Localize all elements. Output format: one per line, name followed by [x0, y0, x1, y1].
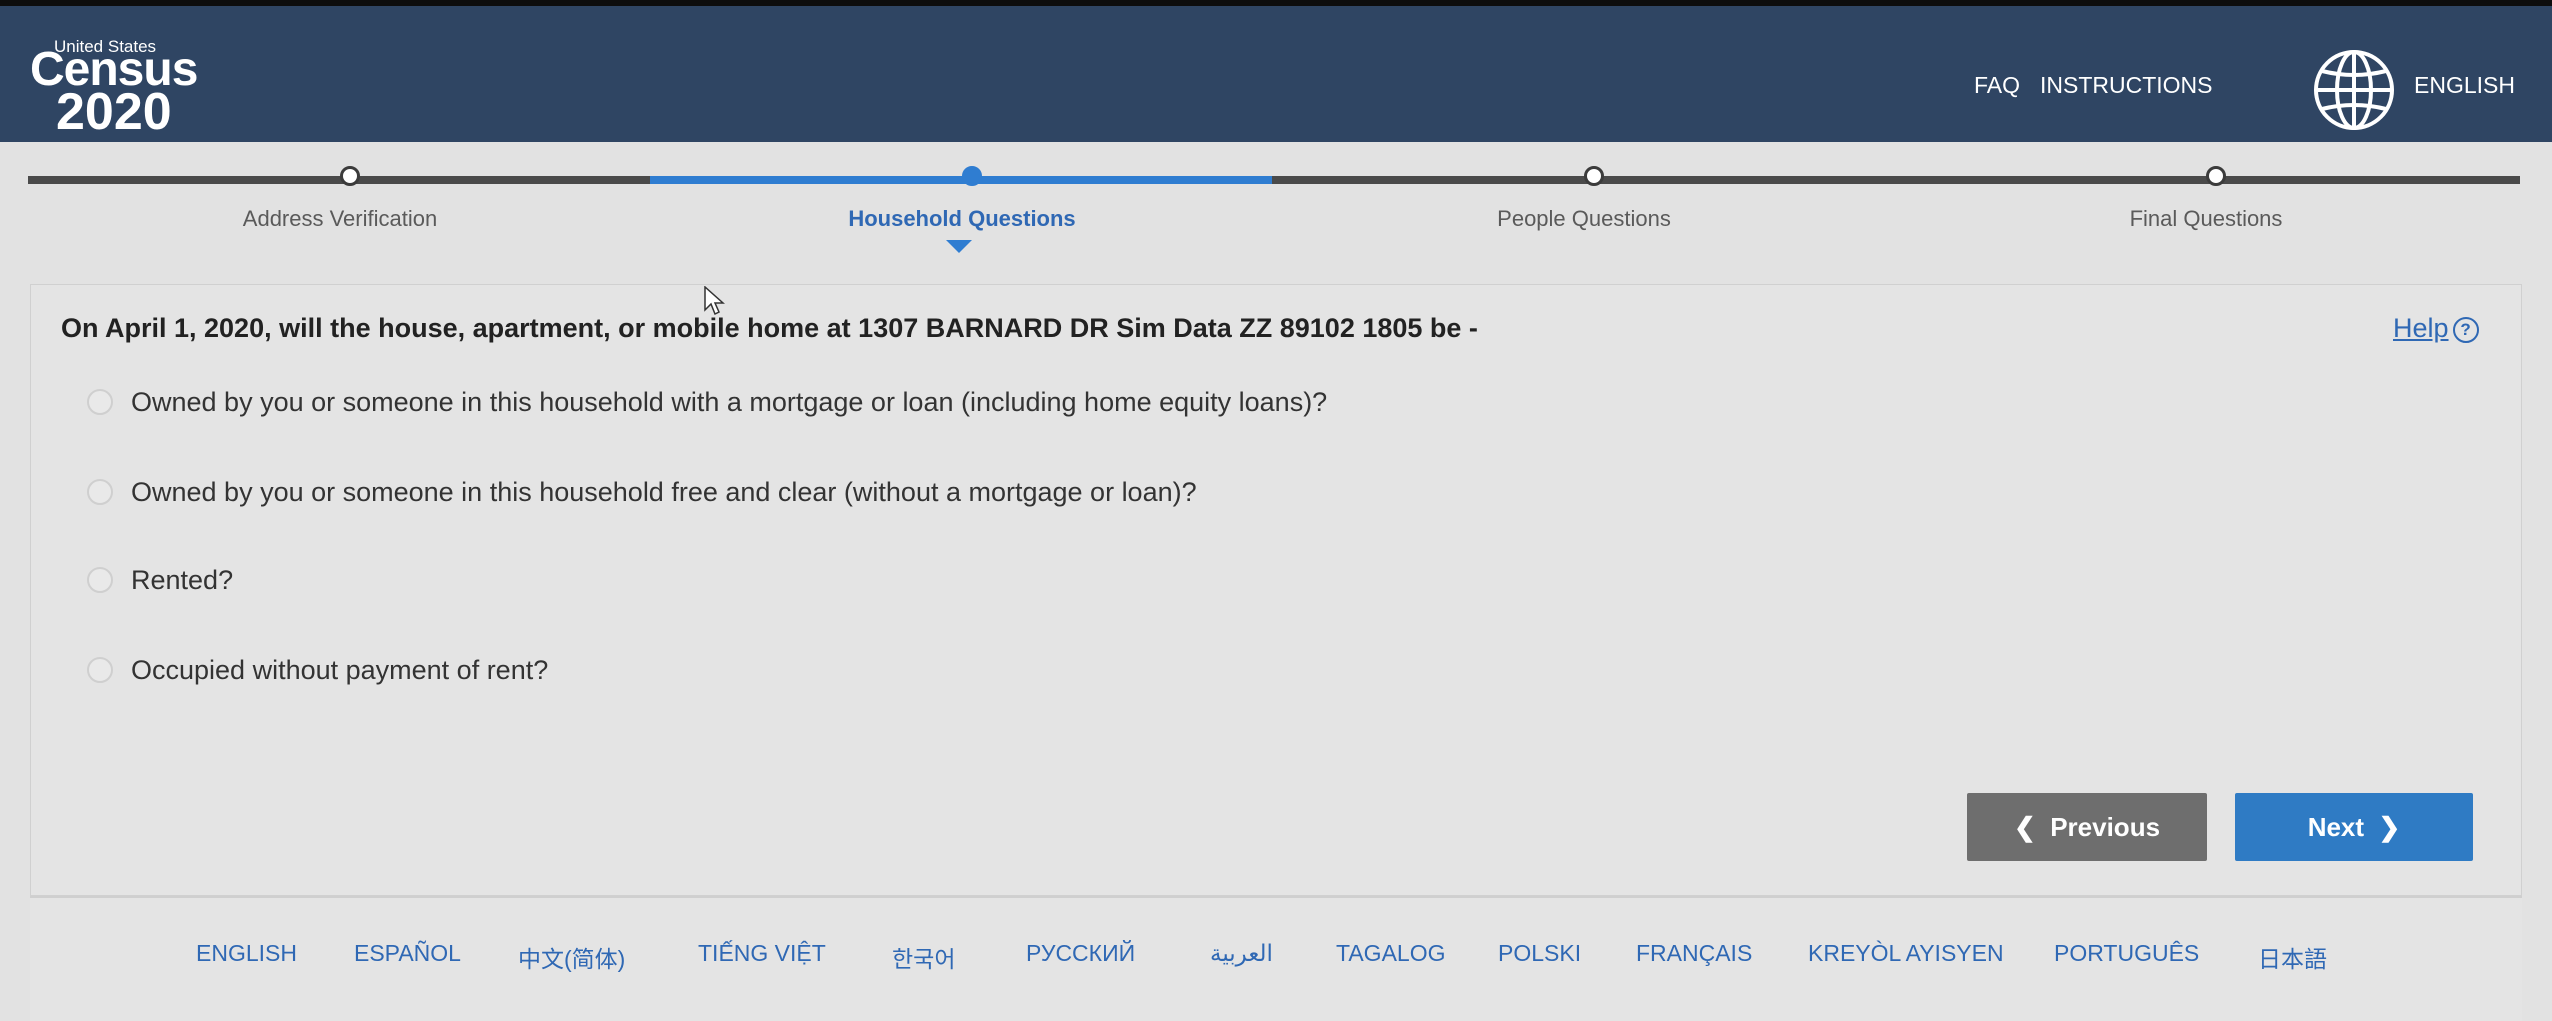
- lang-espanol[interactable]: ESPAÑOL: [354, 940, 461, 967]
- header-bar: United States Census 2020 FAQ INSTRUCTIO…: [0, 6, 2552, 142]
- option-label: Rented?: [131, 565, 234, 595]
- progress-stepper: Address Verification Household Questions…: [28, 166, 2520, 256]
- current-step-caret-icon: [946, 240, 972, 253]
- step-node-people: [1584, 166, 1604, 186]
- next-button[interactable]: Next ❯: [2235, 793, 2473, 861]
- question-card: On April 1, 2020, will the house, apartm…: [30, 284, 2522, 896]
- globe-icon[interactable]: [2310, 46, 2398, 134]
- progress-track-1: [28, 176, 650, 184]
- step-node-final: [2206, 166, 2226, 186]
- chevron-right-icon: ❯: [2378, 812, 2401, 842]
- chevron-left-icon: ❮: [2013, 812, 2036, 842]
- lang-francais[interactable]: FRANÇAIS: [1636, 940, 1752, 967]
- step-household-questions[interactable]: Household Questions: [848, 206, 1075, 232]
- previous-label: Previous: [2050, 812, 2161, 842]
- progress-track-2: [650, 176, 1272, 184]
- radio-button[interactable]: [87, 567, 113, 593]
- language-selector[interactable]: ENGLISH: [2414, 72, 2515, 99]
- logo-year: 2020: [56, 83, 172, 141]
- faq-link[interactable]: FAQ: [1974, 72, 2020, 99]
- lang-kreyol[interactable]: KREYÒL AYISYEN: [1808, 940, 2004, 967]
- lang-polski[interactable]: POLSKI: [1498, 940, 1581, 967]
- option-label: Occupied without payment of rent?: [131, 655, 549, 685]
- radio-button[interactable]: [87, 389, 113, 415]
- lang-portugues[interactable]: PORTUGUÊS: [2054, 940, 2199, 967]
- help-link[interactable]: Help?: [2393, 313, 2479, 344]
- previous-button[interactable]: ❮ Previous: [1967, 793, 2207, 861]
- step-people-questions[interactable]: People Questions: [1497, 206, 1671, 232]
- question-mark-icon: ?: [2452, 317, 2479, 343]
- step-node-household: [962, 166, 982, 186]
- lang-japanese[interactable]: 日本語: [2258, 940, 2327, 974]
- step-address-verification[interactable]: Address Verification: [243, 206, 437, 232]
- footer-language-bar: ENGLISH ESPAÑOL 中文(简体) TIẾNG VIỆT 한국어 РУ…: [30, 896, 2522, 1021]
- lang-arabic[interactable]: العربية: [1210, 940, 1273, 967]
- lang-tagalog[interactable]: TAGALOG: [1336, 940, 1446, 967]
- lang-vietnamese[interactable]: TIẾNG VIỆT: [698, 940, 826, 967]
- step-node-address: [340, 166, 360, 186]
- progress-track-3: [1272, 176, 1894, 184]
- lang-english[interactable]: ENGLISH: [196, 940, 297, 967]
- next-label: Next: [2307, 812, 2365, 842]
- option-label: Owned by you or someone in this househol…: [131, 477, 1197, 507]
- question-text: On April 1, 2020, will the house, apartm…: [61, 313, 1478, 343]
- radio-button[interactable]: [87, 657, 113, 683]
- option-label: Owned by you or someone in this househol…: [131, 387, 1328, 417]
- instructions-link[interactable]: INSTRUCTIONS: [2040, 72, 2213, 99]
- help-label: Help: [2393, 313, 2449, 343]
- lang-russian[interactable]: РУССКИЙ: [1026, 940, 1135, 967]
- radio-button[interactable]: [87, 479, 113, 505]
- mouse-cursor-icon: [704, 285, 726, 316]
- lang-chinese[interactable]: 中文(简体): [518, 940, 625, 974]
- step-final-questions[interactable]: Final Questions: [2130, 206, 2283, 232]
- census-page: United States Census 2020 FAQ INSTRUCTIO…: [0, 0, 2552, 1021]
- lang-korean[interactable]: 한국어: [892, 940, 955, 974]
